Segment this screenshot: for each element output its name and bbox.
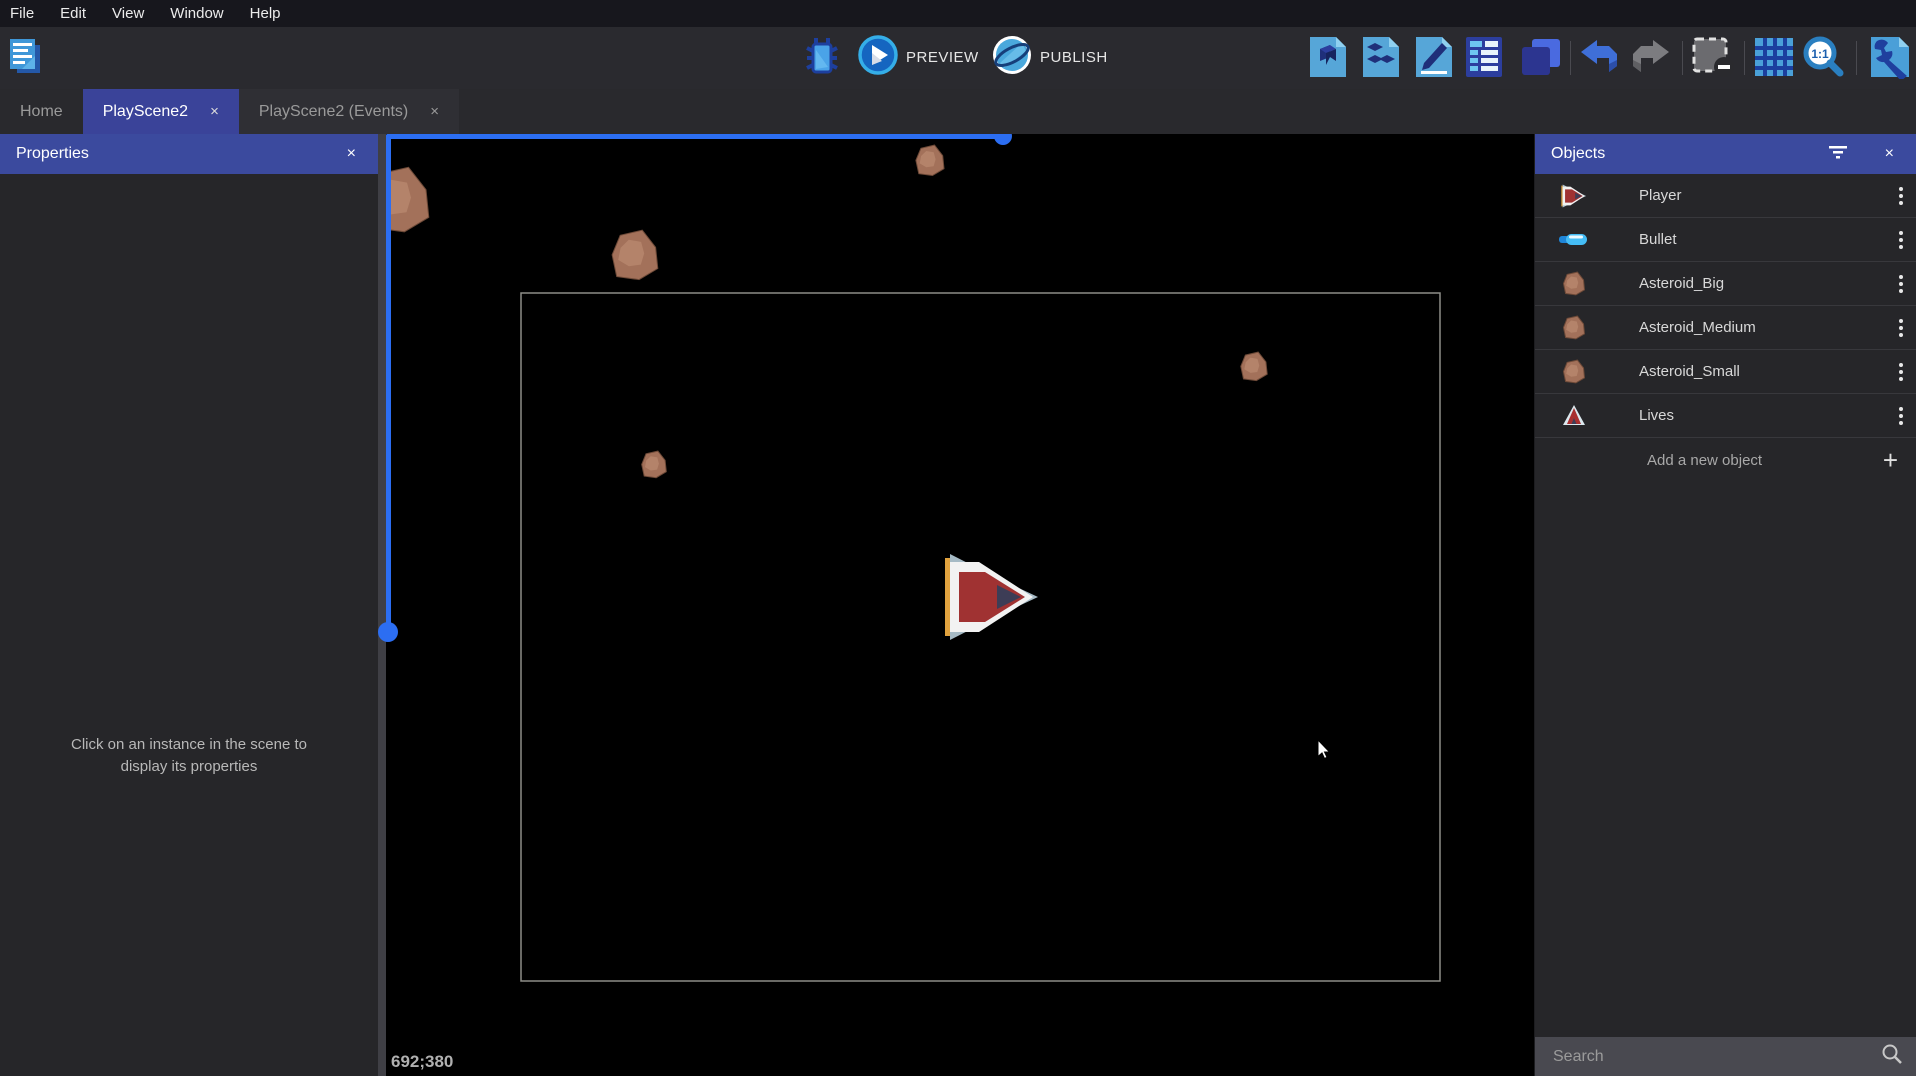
object-menu-icon[interactable]	[1886, 184, 1916, 208]
object-row-asteroid_medium[interactable]: Asteroid_Medium	[1535, 306, 1916, 350]
tab-close-icon[interactable]: ×	[210, 103, 219, 120]
search-icon	[1881, 1043, 1903, 1070]
scene-hscrollbar[interactable]	[386, 134, 1003, 139]
redo-icon[interactable]	[1628, 37, 1674, 77]
tab-playscene2-events[interactable]: PlayScene2 (Events) ×	[239, 89, 459, 134]
menu-view[interactable]: View	[112, 5, 144, 22]
objects-panel: Objects × Player Bullet Asteroid_Big Astero…	[1534, 134, 1916, 1076]
tab-home-label: Home	[20, 103, 63, 121]
object-name: Bullet	[1639, 231, 1886, 248]
clear-selection-icon[interactable]	[1690, 35, 1736, 79]
filter-icon[interactable]	[1823, 143, 1853, 166]
open-layers-icon[interactable]	[1463, 34, 1505, 80]
scene-vscrollbar[interactable]	[386, 134, 391, 632]
objects-header: Objects ×	[1535, 134, 1916, 174]
publish-button[interactable]: PUBLISH	[992, 37, 1152, 77]
menu-file[interactable]: File	[10, 5, 34, 22]
grid-icon[interactable]	[1752, 35, 1796, 79]
tab-playscene2[interactable]: PlayScene2 ×	[83, 89, 239, 134]
player-instance[interactable]	[945, 554, 1038, 640]
tab-bar: Home PlayScene2 × PlayScene2 (Events) ×	[0, 89, 1916, 134]
asteroid-icon	[1557, 359, 1591, 385]
project-settings-icon[interactable]	[1866, 34, 1912, 80]
game-window-frame	[521, 293, 1440, 981]
tab-close-icon[interactable]: ×	[430, 103, 439, 120]
menu-edit[interactable]: Edit	[60, 5, 86, 22]
asteroid-instance[interactable]	[916, 145, 944, 175]
object-row-player[interactable]: Player	[1535, 174, 1916, 218]
asteroid-instance[interactable]	[1241, 352, 1267, 381]
object-name: Player	[1639, 187, 1886, 204]
menu-help[interactable]: Help	[250, 5, 281, 22]
close-icon[interactable]: ×	[1879, 143, 1900, 165]
add-icon[interactable]: +	[1883, 445, 1898, 476]
instances-list-icon[interactable]	[1517, 34, 1563, 80]
object-name: Lives	[1639, 407, 1886, 424]
object-menu-icon[interactable]	[1886, 228, 1916, 252]
asteroid-instance[interactable]	[386, 167, 429, 232]
object-menu-icon[interactable]	[1886, 316, 1916, 340]
mouse-cursor-icon	[1318, 740, 1330, 759]
object-name: Asteroid_Big	[1639, 275, 1886, 292]
tab-home[interactable]: Home	[0, 89, 83, 134]
object-name: Asteroid_Medium	[1639, 319, 1886, 336]
asteroid-icon	[1557, 271, 1591, 297]
add-object-label: Add a new object	[1647, 452, 1883, 469]
asteroid-instance[interactable]	[612, 230, 658, 279]
debug-icon[interactable]	[802, 35, 842, 79]
object-menu-icon[interactable]	[1886, 360, 1916, 384]
player-ship-icon	[1557, 184, 1591, 208]
gdevelop-window: File Edit View Window Help	[0, 0, 1916, 1076]
object-row-asteroid_small[interactable]: Asteroid_Small	[1535, 350, 1916, 394]
properties-hint: Click on an instance in the scene to dis…	[28, 734, 350, 778]
open-properties-icon[interactable]	[1413, 34, 1455, 80]
close-icon[interactable]: ×	[341, 143, 362, 165]
open-objects-editor-icon[interactable]	[1307, 34, 1349, 80]
search-bar	[1535, 1037, 1916, 1076]
cursor-coordinates: 692;380	[391, 1052, 453, 1071]
undo-icon[interactable]	[1578, 37, 1620, 77]
object-menu-icon[interactable]	[1886, 404, 1916, 428]
publish-label: PUBLISH	[1040, 49, 1108, 66]
add-object-row[interactable]: Add a new object +	[1535, 438, 1916, 482]
zoom-1-1-icon[interactable]: 1:1	[1800, 34, 1846, 80]
panel-resize-handle[interactable]	[378, 134, 386, 1076]
publish-globe-icon	[992, 35, 1032, 80]
object-row-bullet[interactable]: Bullet	[1535, 218, 1916, 262]
tab-playscene2-events-label: PlayScene2 (Events)	[259, 103, 408, 121]
menu-window[interactable]: Window	[170, 5, 223, 22]
asteroid-instance[interactable]	[642, 451, 667, 478]
main-toolbar: PREVIEW PUBLISH	[0, 27, 1916, 89]
bullet-icon	[1557, 233, 1591, 246]
preview-label: PREVIEW	[906, 49, 979, 66]
open-instances-editor-icon[interactable]	[1360, 34, 1402, 80]
search-input[interactable]	[1553, 1048, 1881, 1066]
object-name: Asteroid_Small	[1639, 363, 1886, 380]
object-row-lives[interactable]: Lives	[1535, 394, 1916, 438]
properties-title: Properties	[16, 145, 341, 163]
properties-header: Properties ×	[0, 134, 378, 174]
play-icon	[858, 35, 898, 80]
properties-panel: Properties × Click on an instance in the…	[0, 134, 378, 1076]
lives-ship-icon	[1557, 404, 1591, 428]
menu-bar: File Edit View Window Help	[0, 0, 1916, 27]
scene-canvas[interactable]: 692;380	[386, 134, 1534, 1076]
tab-playscene2-label: PlayScene2	[103, 103, 188, 121]
asteroid-icon	[1557, 315, 1591, 341]
object-row-asteroid_big[interactable]: Asteroid_Big	[1535, 262, 1916, 306]
scene-vscrollbar-handle[interactable]	[378, 622, 398, 642]
project-manager-icon[interactable]	[7, 37, 43, 77]
objects-list: Player Bullet Asteroid_Big Asteroid_Medium A…	[1535, 174, 1916, 438]
objects-title: Objects	[1551, 145, 1823, 163]
svg-text:1:1: 1:1	[1811, 47, 1829, 61]
object-menu-icon[interactable]	[1886, 272, 1916, 296]
